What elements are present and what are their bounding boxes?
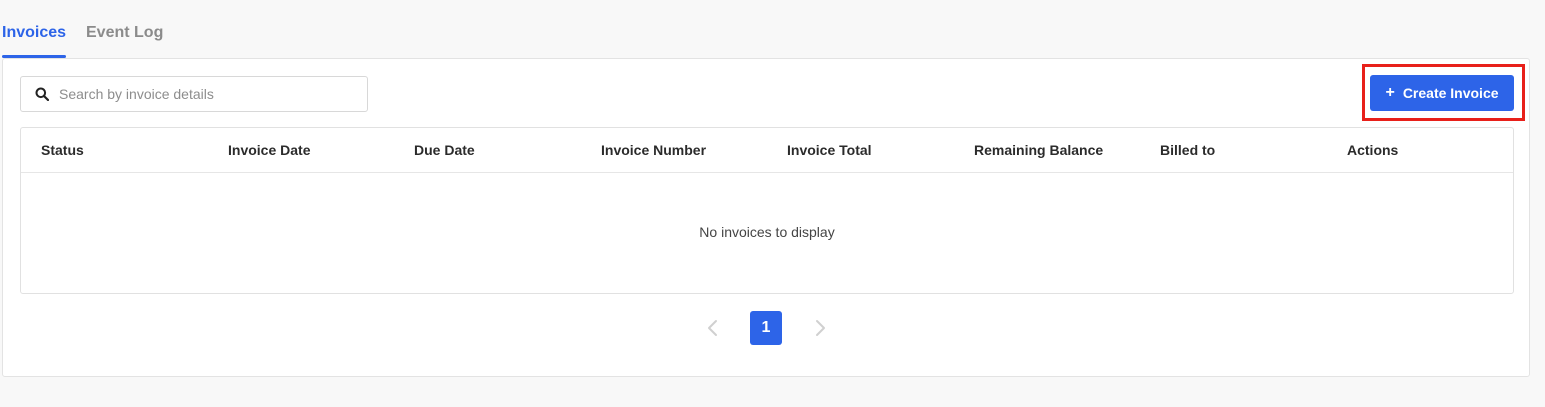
column-header-billed-to[interactable]: Billed to: [1160, 142, 1215, 158]
chevron-right-icon[interactable]: [813, 319, 827, 337]
empty-state-message: No invoices to display: [699, 224, 835, 240]
tab-invoices[interactable]: Invoices: [2, 24, 67, 58]
tab-event-log[interactable]: Event Log: [86, 24, 163, 58]
table-header: Status Invoice Date Due Date Invoice Num…: [21, 128, 1513, 173]
column-header-status[interactable]: Status: [41, 142, 84, 158]
pagination: 1: [3, 311, 1529, 345]
search-input[interactable]: [59, 86, 349, 102]
column-header-invoice-number[interactable]: Invoice Number: [601, 142, 706, 158]
invoices-panel: + Create Invoice Status Invoice Date Due…: [2, 58, 1530, 377]
column-header-invoice-total[interactable]: Invoice Total: [787, 142, 872, 158]
create-invoice-button[interactable]: + Create Invoice: [1370, 75, 1514, 111]
search-box[interactable]: [20, 76, 368, 112]
chevron-left-icon[interactable]: [706, 319, 720, 337]
create-invoice-label: Create Invoice: [1402, 85, 1499, 101]
column-header-invoice-date[interactable]: Invoice Date: [228, 142, 310, 158]
column-header-remaining-balance[interactable]: Remaining Balance: [974, 142, 1103, 158]
page-number-button[interactable]: 1: [750, 311, 782, 345]
column-header-due-date[interactable]: Due Date: [414, 142, 475, 158]
search-icon: [35, 87, 49, 101]
invoices-table: Status Invoice Date Due Date Invoice Num…: [20, 127, 1514, 294]
plus-icon: +: [1385, 84, 1395, 101]
tab-bar: Invoices Event Log: [0, 0, 1545, 58]
column-header-actions: Actions: [1347, 142, 1399, 158]
